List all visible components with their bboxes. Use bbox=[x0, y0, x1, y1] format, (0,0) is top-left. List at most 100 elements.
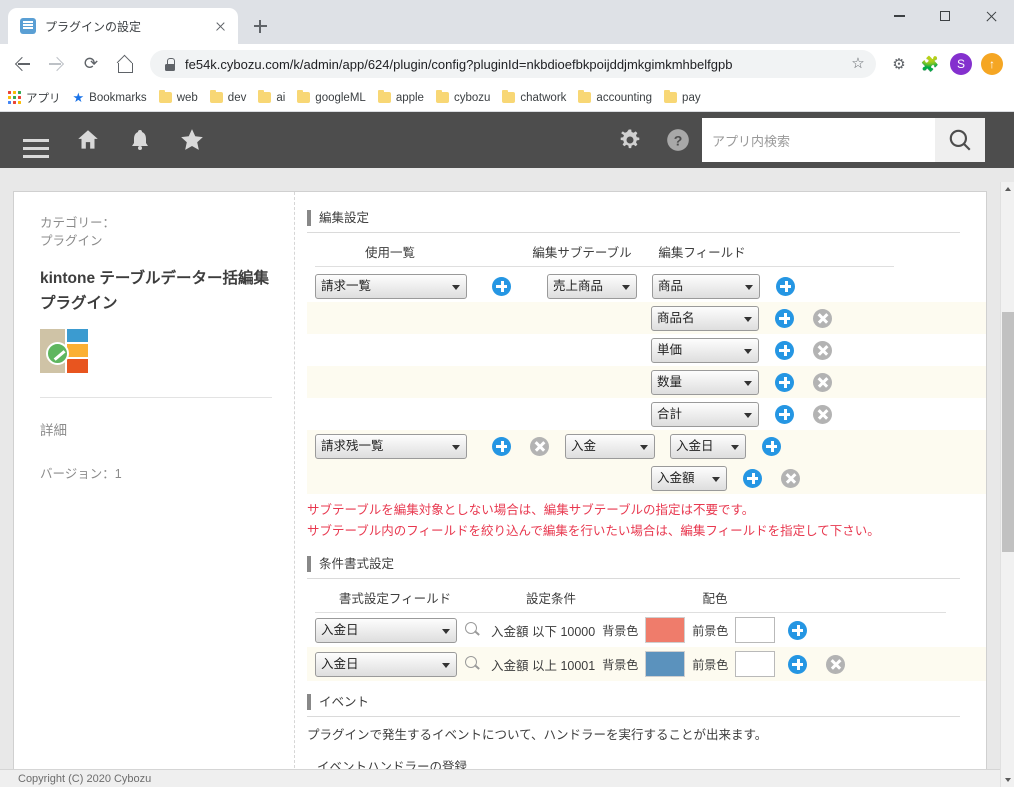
version-label: バージョン：1 bbox=[40, 467, 122, 481]
reload-icon[interactable]: ⟳ bbox=[76, 49, 106, 79]
delete-list-button[interactable] bbox=[530, 436, 549, 456]
warning-line-1: サブテーブルを編集対象としない場合は、編集サブテーブルの指定は不要です。 bbox=[307, 503, 755, 517]
field-select[interactable]: 入金日 bbox=[670, 433, 746, 459]
section-title-conditional-format: 条件書式設定 bbox=[307, 556, 986, 572]
edit-row: 請求一覧 売上商品 商品 bbox=[307, 270, 986, 302]
back-button[interactable] bbox=[8, 49, 38, 79]
bg-color-swatch[interactable] bbox=[645, 651, 686, 677]
subtable-select[interactable]: 入金 bbox=[565, 433, 655, 459]
field-select[interactable]: 合計 bbox=[651, 401, 759, 427]
help-icon[interactable]: ? bbox=[654, 112, 702, 168]
forward-button[interactable] bbox=[42, 49, 72, 79]
scrollbar-thumb[interactable] bbox=[1002, 312, 1014, 552]
maximize-button[interactable] bbox=[922, 0, 968, 32]
category-value: プラグイン bbox=[40, 234, 103, 248]
list-select[interactable]: 請求一覧 bbox=[315, 273, 467, 299]
add-field-button[interactable] bbox=[762, 436, 781, 456]
magnifier-icon[interactable] bbox=[465, 656, 481, 672]
add-field-button[interactable] bbox=[775, 308, 794, 328]
bookmark-label: googleML bbox=[315, 91, 366, 104]
format-field-select[interactable]: 入金日 bbox=[315, 617, 457, 643]
delete-field-button[interactable] bbox=[813, 340, 832, 360]
format-field-select[interactable]: 入金日 bbox=[315, 651, 457, 677]
scroll-down-arrow-icon[interactable] bbox=[1001, 773, 1014, 787]
bookmark-dev[interactable]: dev bbox=[209, 90, 246, 104]
plugin-title: kintone テーブルデーター括編集プラグイン bbox=[40, 270, 269, 312]
content-area: カテゴリー： プラグイン kintone テーブルデーター括編集プラグイン 詳細… bbox=[0, 182, 1014, 787]
bookmark-ai[interactable]: ai bbox=[258, 90, 285, 104]
add-format-button[interactable] bbox=[788, 654, 808, 674]
extensions-icon[interactable]: 🧩 bbox=[916, 50, 944, 78]
hamburger-icon[interactable] bbox=[10, 112, 62, 168]
home-icon[interactable] bbox=[110, 49, 140, 79]
add-field-button[interactable] bbox=[775, 340, 794, 360]
add-list-button[interactable] bbox=[492, 276, 511, 296]
add-field-button[interactable] bbox=[743, 468, 762, 488]
list-select-wrap: 請求一覧 bbox=[315, 273, 467, 299]
field-select[interactable]: 数量 bbox=[651, 369, 759, 395]
magnifier-icon[interactable] bbox=[465, 622, 481, 638]
bookmark-bookmarks[interactable]: ★ Bookmarks bbox=[73, 90, 147, 106]
gear-icon[interactable] bbox=[606, 112, 654, 168]
format-field-select-wrap: 入金日 bbox=[315, 651, 457, 677]
bookmark-cybozu[interactable]: cybozu bbox=[435, 90, 490, 104]
col-header-format-field: 書式設定フィールド bbox=[338, 592, 452, 606]
home-icon[interactable] bbox=[62, 112, 114, 168]
delete-field-button[interactable] bbox=[813, 372, 832, 392]
add-format-button[interactable] bbox=[788, 620, 808, 640]
field-select-wrap: 商品 bbox=[652, 273, 760, 299]
header-pad bbox=[985, 112, 1014, 168]
bookmark-apple[interactable]: apple bbox=[377, 90, 424, 104]
category-label: カテゴリー： bbox=[40, 216, 116, 230]
col-header-list: 使用一覧 bbox=[364, 246, 415, 260]
field-select-wrap: 入金日 bbox=[670, 433, 746, 459]
bookmark-accounting[interactable]: accounting bbox=[578, 90, 652, 104]
scroll-up-arrow-icon[interactable] bbox=[1001, 182, 1014, 196]
field-select[interactable]: 入金額 bbox=[651, 465, 727, 491]
bookmark-googleml[interactable]: googleML bbox=[297, 90, 366, 104]
search-icon[interactable] bbox=[935, 118, 985, 162]
list-select[interactable]: 請求残一覧 bbox=[315, 433, 467, 459]
col-header-subtable: 編集サブテーブル bbox=[532, 246, 632, 260]
document-icon bbox=[20, 18, 36, 34]
bg-color-swatch[interactable] bbox=[645, 617, 686, 643]
condition-text: 入金額 以下 10000 bbox=[491, 624, 596, 639]
delete-field-button[interactable] bbox=[813, 308, 832, 328]
field-select[interactable]: 商品名 bbox=[651, 305, 759, 331]
delete-format-button[interactable] bbox=[826, 654, 846, 674]
tab-plugin-settings[interactable]: プラグインの設定 bbox=[8, 8, 238, 44]
close-icon[interactable] bbox=[210, 16, 230, 36]
add-list-button[interactable] bbox=[492, 436, 511, 456]
subtable-select[interactable]: 売上商品 bbox=[547, 273, 637, 299]
address-bar[interactable]: fe54k.cybozu.com/k/admin/app/624/plugin/… bbox=[150, 50, 876, 78]
bookmark-pay[interactable]: pay bbox=[664, 90, 701, 104]
field-select[interactable]: 単価 bbox=[651, 337, 759, 363]
section-rule bbox=[307, 578, 960, 579]
new-tab-button[interactable] bbox=[246, 12, 274, 40]
fg-color-swatch[interactable] bbox=[735, 617, 776, 643]
star-icon[interactable] bbox=[166, 112, 218, 168]
section-title-event: イベント bbox=[307, 694, 986, 710]
add-field-button[interactable] bbox=[775, 372, 794, 392]
bookmark-star-icon[interactable]: ☆ bbox=[846, 52, 870, 76]
fg-color-swatch[interactable] bbox=[735, 651, 776, 677]
bookmark-chatwork[interactable]: chatwork bbox=[502, 90, 566, 104]
update-icon[interactable]: ↑ bbox=[978, 50, 1006, 78]
gear-icon[interactable]: ⚙ bbox=[885, 50, 913, 78]
bookmark-apps[interactable]: アプリ bbox=[8, 90, 61, 106]
field-select[interactable]: 商品 bbox=[652, 273, 760, 299]
update-glyph: ↑ bbox=[981, 53, 1003, 75]
profile-avatar[interactable]: S bbox=[947, 50, 975, 78]
col-header-field: 編集フィールド bbox=[658, 246, 746, 260]
app-search-input[interactable]: アプリ内検索 bbox=[702, 118, 935, 162]
minimize-button[interactable] bbox=[876, 0, 922, 32]
bell-icon[interactable] bbox=[114, 112, 166, 168]
page-scrollbar[interactable] bbox=[1000, 182, 1014, 787]
delete-field-button[interactable] bbox=[781, 468, 800, 488]
add-field-button[interactable] bbox=[776, 276, 795, 296]
bookmark-web[interactable]: web bbox=[158, 90, 198, 104]
delete-field-button[interactable] bbox=[813, 404, 832, 424]
add-field-button[interactable] bbox=[775, 404, 794, 424]
window-close-button[interactable] bbox=[968, 0, 1014, 32]
bookmark-label: apple bbox=[395, 91, 424, 104]
